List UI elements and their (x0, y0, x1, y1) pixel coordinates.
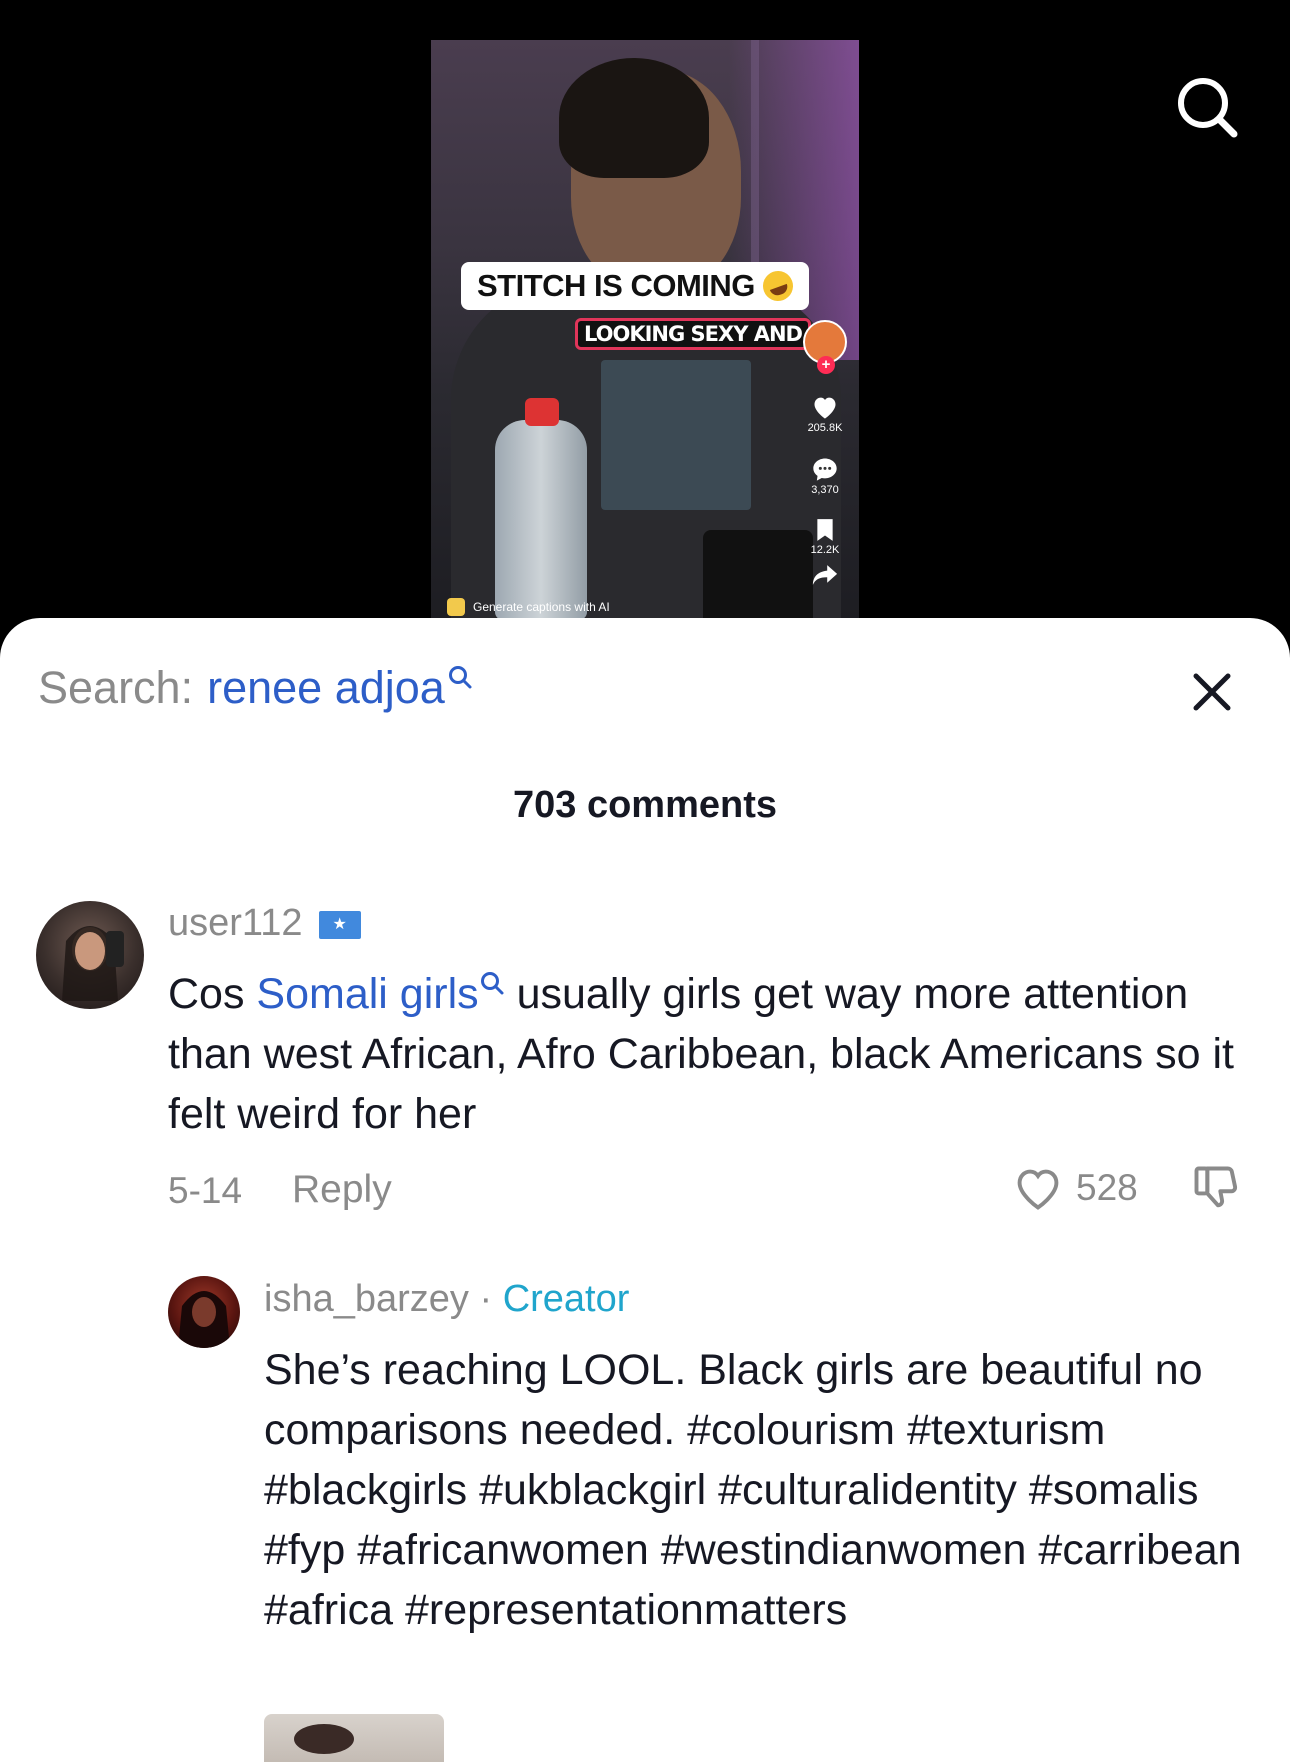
reply-button[interactable]: Reply (292, 1168, 392, 1212)
comment-text-before: Cos (168, 970, 257, 1018)
follow-plus-icon[interactable]: + (817, 356, 835, 374)
heart-outline-icon (1017, 1169, 1059, 1210)
video-caption-text: STITCH IS COMING (477, 268, 755, 303)
save-action[interactable]: 12.2K (810, 518, 840, 556)
generate-captions-label: Generate captions with AI (473, 600, 610, 614)
heart-icon (814, 397, 836, 419)
avatar-user-icon (62, 926, 124, 1001)
water-bottle (495, 420, 587, 620)
captions-icon (447, 598, 465, 616)
comments-sheet: Search: renee adjoa 703 comments user112… (0, 618, 1290, 1762)
shirt-graphic (601, 360, 751, 510)
username-text: user112 (168, 902, 303, 944)
reply-attached-image[interactable] (264, 1714, 444, 1762)
comment-like-button[interactable]: 528 (1012, 1164, 1138, 1212)
search-small-icon (448, 666, 472, 689)
comments-count: 703 comments (512, 784, 777, 826)
share-action[interactable] (811, 564, 839, 586)
comment-bubble-icon (813, 458, 837, 481)
bookmark-icon (817, 519, 833, 541)
avatar[interactable] (36, 901, 144, 1009)
reply-username-row: isha_barzey · Creator (264, 1278, 629, 1321)
related-search[interactable]: Search: renee adjoa (38, 662, 473, 714)
laughing-emoji-icon (758, 266, 798, 306)
avatar-creator-icon (178, 1291, 230, 1348)
search-icon[interactable] (1174, 74, 1240, 140)
person-hair (559, 58, 709, 178)
comment-like-count: 528 (1076, 1167, 1138, 1208)
reply-text: She’s reaching LOOL. Black girls are bea… (264, 1346, 1242, 1634)
comment-action[interactable]: 3,370 (811, 456, 839, 496)
video-subcaption: LOOKING SEXY AND (575, 318, 811, 350)
video-thumbnail[interactable]: STITCH IS COMING LOOKING SEXY AND + 205.… (431, 40, 859, 620)
creator-avatar[interactable]: + (803, 320, 847, 374)
comment-username[interactable]: user112 (168, 902, 361, 945)
comment-count: 3,370 (811, 484, 839, 496)
dislike-icon[interactable] (1190, 1162, 1242, 1214)
bottle-cap (525, 398, 559, 426)
comment-date: 5-14 (168, 1170, 243, 1211)
creator-avatar-small[interactable] (168, 1276, 240, 1348)
creator-badge: Creator (502, 1278, 630, 1320)
like-action[interactable]: 205.8K (807, 394, 843, 434)
search-prefix: Search: (38, 662, 194, 713)
keyword-link[interactable]: Somali girls (256, 970, 478, 1018)
search-term-link[interactable]: renee adjoa (207, 662, 445, 714)
video-action-rail: + 205.8K 3,370 12.2K (795, 320, 855, 586)
close-icon[interactable] (1188, 668, 1236, 716)
keyword-search-icon (480, 972, 504, 995)
like-count: 205.8K (807, 422, 843, 434)
save-count: 12.2K (810, 544, 840, 556)
generate-captions-button[interactable]: Generate captions with AI (447, 598, 610, 616)
video-caption: STITCH IS COMING (461, 262, 809, 310)
separator-dot: · (479, 1278, 493, 1320)
comment-text: Cos Somali girls usually girls get way m… (168, 964, 1248, 1144)
reply-username[interactable]: isha_barzey (264, 1278, 469, 1320)
video-area: STITCH IS COMING LOOKING SEXY AND + 205.… (0, 0, 1290, 640)
share-arrow-icon (812, 565, 838, 585)
somalia-flag-icon (318, 910, 361, 939)
